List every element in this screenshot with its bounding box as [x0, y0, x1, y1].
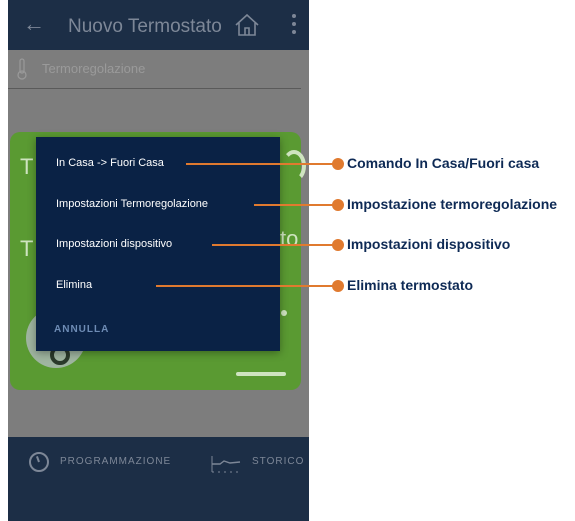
card-dot	[281, 310, 287, 316]
cancel-button[interactable]: ANNULLA	[54, 324, 109, 335]
app-bar: ← Nuovo Termostato	[8, 0, 309, 50]
menu-item-elimina[interactable]: Elimina	[56, 279, 92, 291]
programmazione-button[interactable]: PROGRAMMAZIONE	[60, 456, 171, 467]
menu-item-impostazioni-termoregolazione[interactable]: Impostazioni Termoregolazione	[56, 198, 208, 210]
callout-line	[212, 244, 338, 246]
clock-icon[interactable]	[29, 452, 49, 472]
callout-line	[156, 285, 338, 287]
storico-button[interactable]: STORICO	[252, 456, 304, 467]
callout-dot	[332, 199, 344, 211]
card-partial-text: T	[20, 154, 34, 179]
callout-dot	[332, 280, 344, 292]
callout-label: Impostazioni dispositivo	[347, 236, 511, 252]
page-title: Nuovo Termostato	[68, 16, 222, 37]
callout-line	[254, 204, 338, 206]
card-bar	[236, 372, 286, 376]
card-arc-icon	[282, 150, 306, 182]
callout-label: Comando In Casa/Fuori casa	[347, 155, 540, 171]
divider	[8, 88, 301, 89]
thermometer-icon	[17, 58, 27, 80]
card-partial-text: T	[20, 236, 34, 261]
subheader: Termoregolazione	[8, 50, 309, 90]
bottom-bar: PROGRAMMAZIONE STORICO	[8, 437, 309, 521]
callout-dot	[332, 239, 344, 251]
callout-dot	[332, 158, 344, 170]
menu-item-impostazioni-dispositivo[interactable]: Impostazioni dispositivo	[56, 238, 172, 250]
more-vert-icon[interactable]	[291, 14, 297, 38]
home-icon[interactable]	[234, 13, 260, 37]
callout-label: Impostazione termoregolazione	[347, 196, 558, 212]
card-partial-text: to	[280, 226, 299, 251]
callout-line	[186, 163, 338, 165]
menu-item-in-casa-fuori-casa[interactable]: In Casa -> Fuori Casa	[56, 157, 164, 169]
callout-label: Elimina termostato	[347, 277, 474, 293]
arrow-left-icon[interactable]: ←	[23, 12, 45, 36]
history-chart-icon[interactable]	[210, 452, 242, 474]
subheader-label: Termoregolazione	[42, 61, 146, 76]
